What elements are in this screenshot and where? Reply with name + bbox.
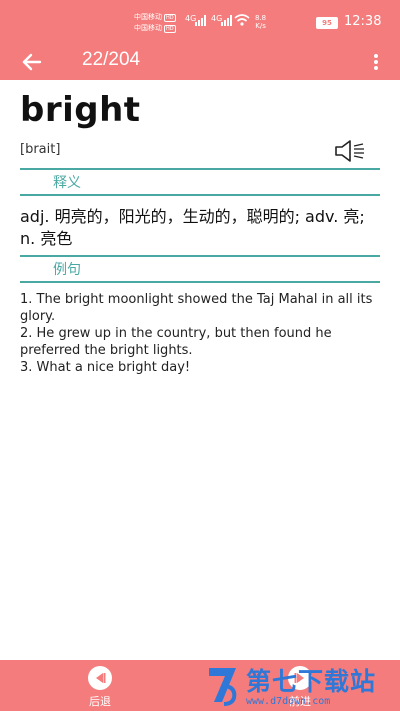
signal-2-icon: [221, 14, 235, 26]
prev-icon: [88, 666, 112, 690]
phonetic: [brait]: [20, 142, 61, 157]
net-speed: 8.8 K/s: [255, 14, 266, 30]
speaker-icon[interactable]: [334, 138, 366, 164]
examples-section-title: 例句: [53, 262, 81, 278]
battery-icon: 95: [316, 17, 338, 29]
carrier-2-label: 中国移动: [134, 24, 162, 32]
watermark-logo-icon: [209, 668, 237, 706]
signal-1-icon: [195, 14, 209, 26]
watermark-url: www.d7down.com: [246, 696, 331, 707]
example-item: 3. What a nice bright day!: [20, 360, 191, 375]
watermark-title: 第七下载站: [246, 667, 377, 696]
more-vert-icon[interactable]: [366, 50, 386, 74]
hd-2-badge: HD: [164, 25, 176, 33]
clock: 12:38: [344, 14, 382, 29]
word-card: bright [brait] 释义 adj. 明亮的，阳光的，生动的，聪明的; …: [0, 80, 400, 660]
back-arrow-icon[interactable]: [18, 48, 46, 76]
toolbar: 22/204: [0, 44, 400, 80]
carrier-1-label: 中国移动: [134, 13, 162, 21]
meaning-section-header: 释义: [20, 168, 380, 196]
word-title: bright: [20, 90, 141, 130]
watermark: 第七下载站 www.d7down.com: [206, 662, 396, 710]
examples-list: 1. The bright moonlight showed the Taj M…: [20, 291, 382, 376]
meaning-section-title: 释义: [53, 175, 81, 191]
hd-1-badge: HD: [164, 14, 176, 22]
wifi-icon: [234, 14, 250, 26]
example-item: 1. The bright moonlight showed the Taj M…: [20, 292, 373, 324]
carrier-info: 中国移动 HD 中国移动 HD: [134, 12, 176, 34]
net-speed-unit: K/s: [255, 22, 266, 30]
prev-button[interactable]: 后退: [70, 664, 130, 709]
examples-section-header: 例句: [20, 255, 380, 283]
net-speed-value: 8.8: [255, 14, 267, 22]
prev-label: 后退: [89, 695, 111, 708]
status-bar: 中国移动 HD 中国移动 HD 4G 4G 8.8 K/s 95 12:38: [0, 0, 400, 44]
word-counter: 22/204: [82, 49, 141, 70]
example-item: 2. He grew up in the country, but then f…: [20, 326, 332, 358]
meaning-text: adj. 明亮的，阳光的，生动的，聪明的; adv. 亮; n. 亮色: [20, 207, 365, 248]
